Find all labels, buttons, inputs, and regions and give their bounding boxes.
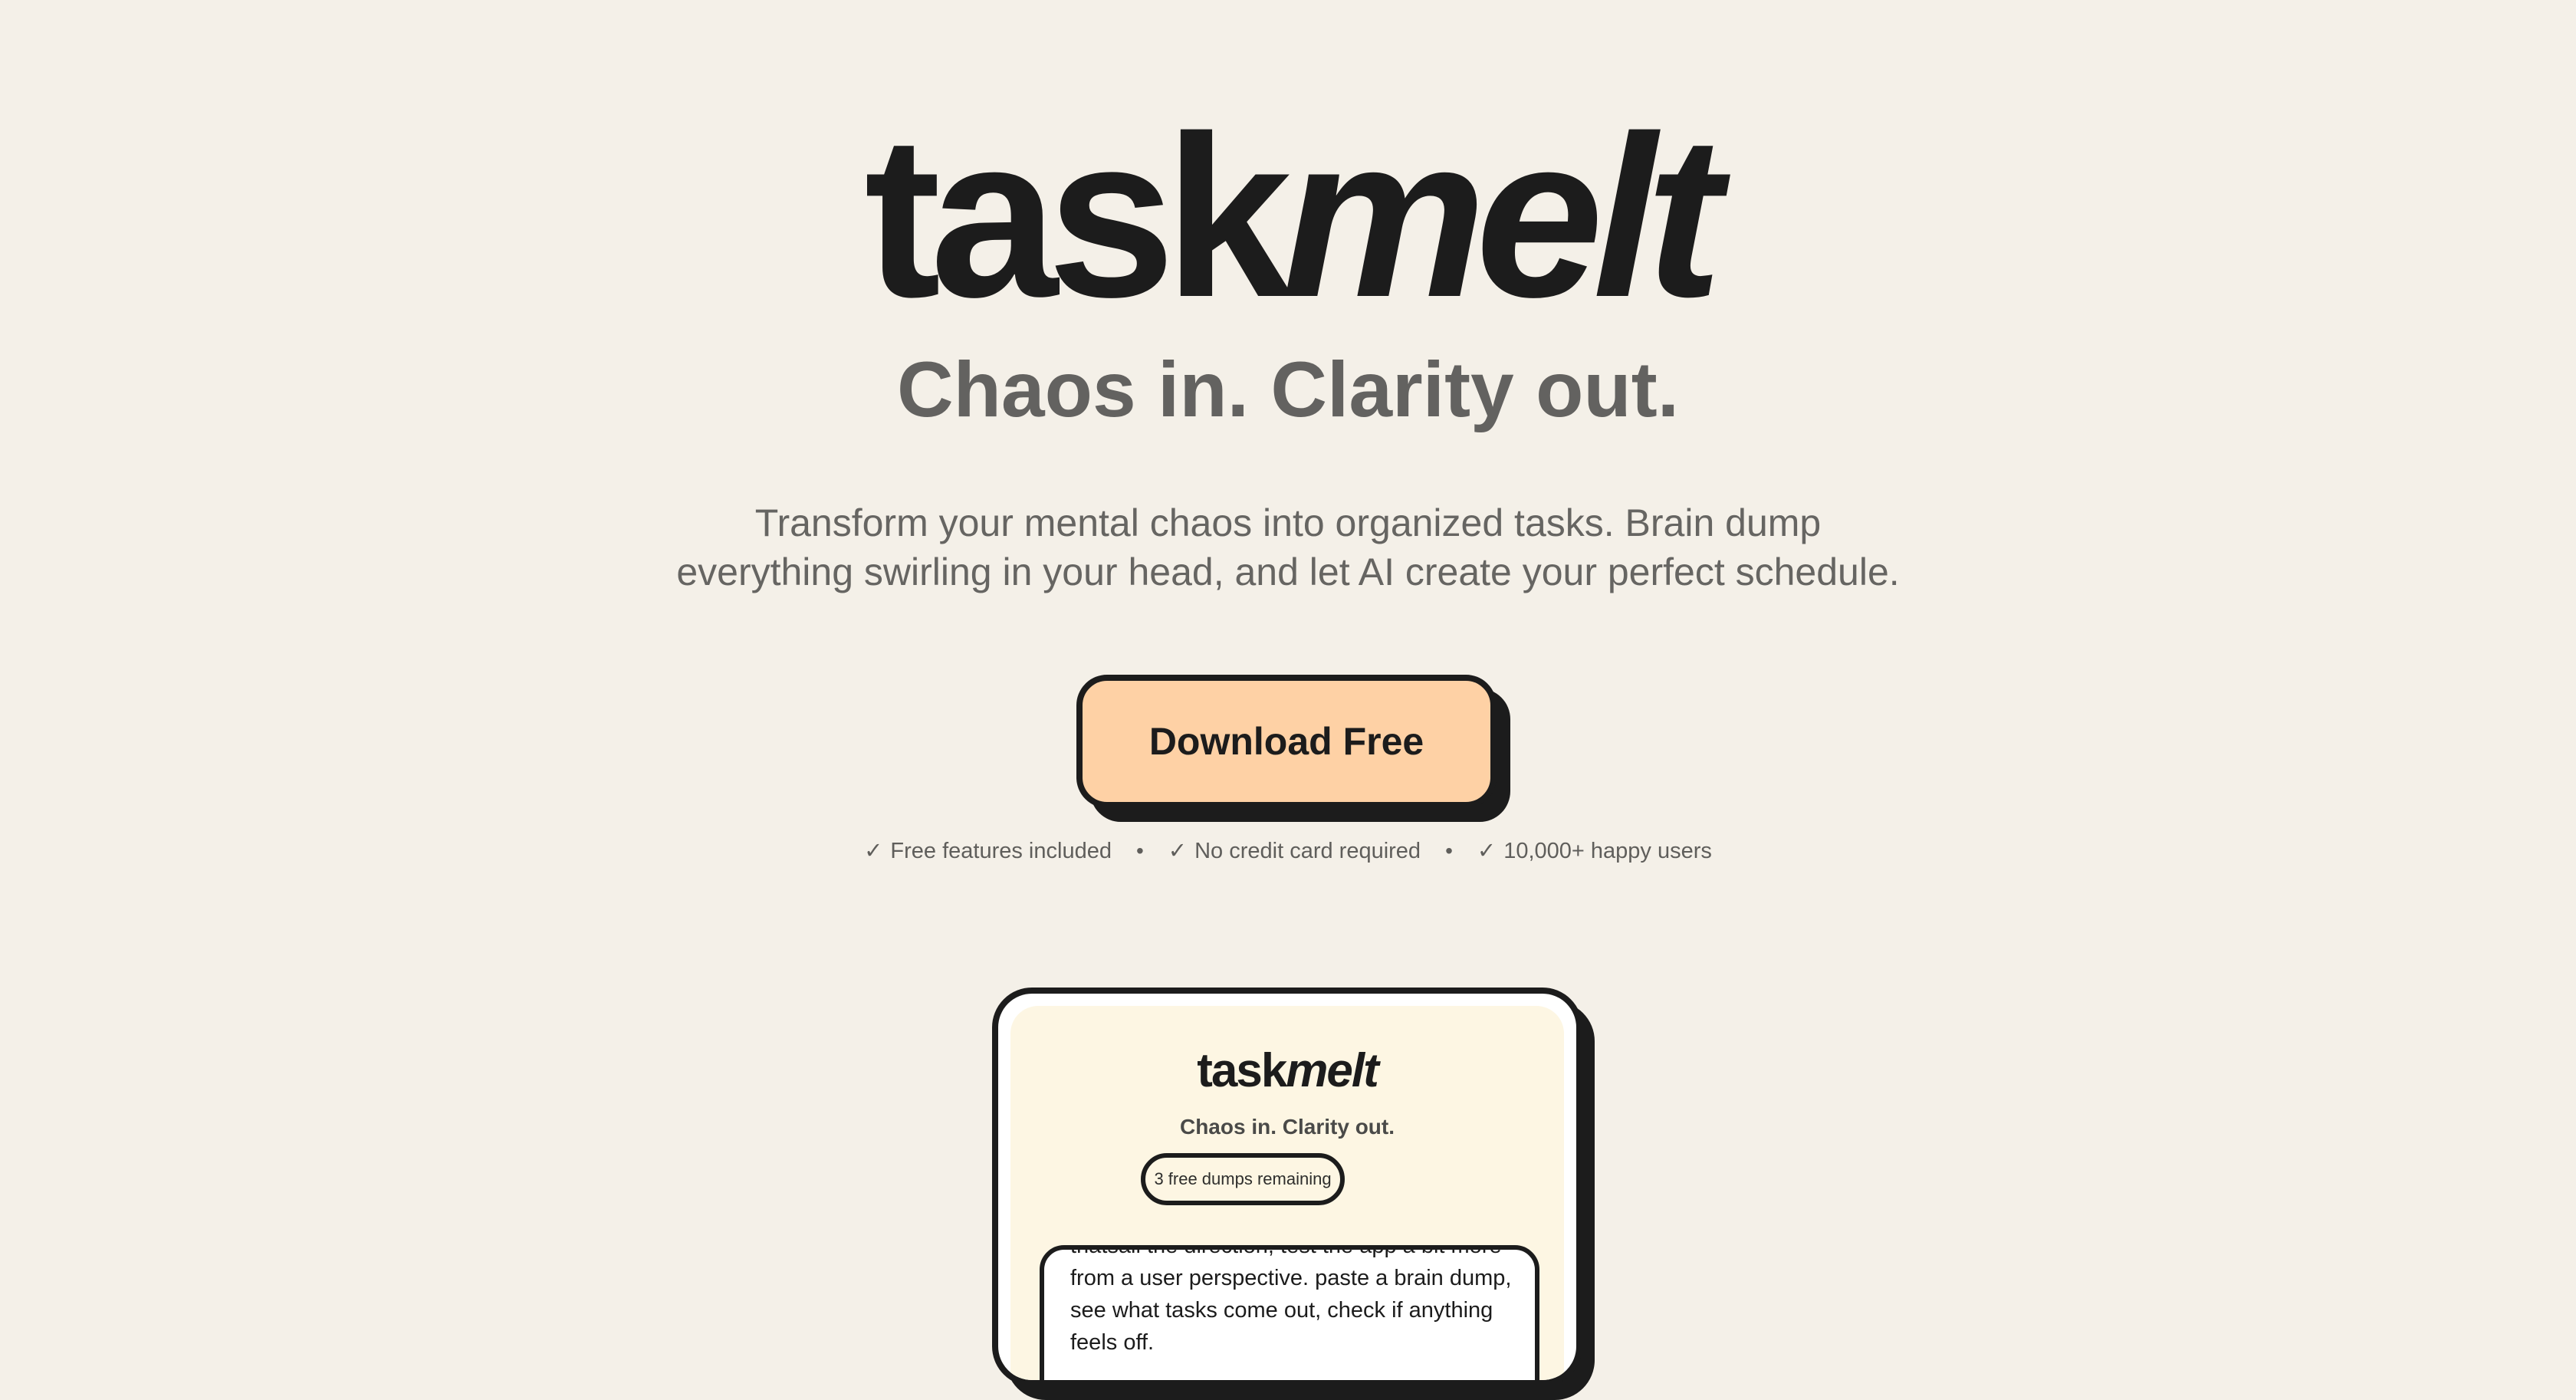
download-free-button[interactable]: Download Free [1076, 675, 1497, 808]
check-icon: ✓ [1477, 839, 1497, 863]
app-logo-task: task [1197, 1044, 1287, 1097]
logo-task: task [864, 87, 1292, 345]
app-preview-screen: taskmelt Chaos in. Clarity out. 3 free d… [1010, 1006, 1564, 1380]
perk-label: 10,000+ happy users [1503, 839, 1712, 863]
hero-description: Transform your mental chaos into organiz… [676, 501, 1900, 593]
separator-dot: • [1445, 839, 1453, 863]
app-tagline: Chaos in. Clarity out. [1179, 1115, 1395, 1139]
separator-dot: • [1135, 839, 1144, 863]
app-preview-device: taskmelt Chaos in. Clarity out. 3 free d… [992, 988, 1582, 1386]
brain-dump-text: thatsall the direction, test the app a b… [1070, 1245, 1512, 1355]
perk-label: Free features included [890, 839, 1112, 863]
check-icon: ✓ [864, 839, 883, 863]
perks-row: ✓ Free features included • ✓ No credit car… [0, 836, 2576, 866]
logo-melt: melt [1281, 87, 1723, 345]
perk-free-features: ✓ Free features included [864, 836, 1112, 866]
perk-happy-users: ✓ 10,000+ happy users [1477, 836, 1712, 866]
brand-logo: taskmelt [0, 101, 2576, 331]
check-icon: ✓ [1168, 839, 1188, 863]
download-button-wrapper: Download Free [1076, 675, 1510, 822]
brain-dump-textarea[interactable]: thatsall the direction, test the app a b… [1040, 1245, 1539, 1380]
app-logo: taskmelt [1010, 1044, 1564, 1098]
perk-label: No credit card required [1194, 839, 1421, 863]
free-dumps-badge: 3 free dumps remaining [1141, 1153, 1345, 1205]
hero-tagline: Chaos in. Clarity out. [896, 346, 1680, 433]
app-logo-melt: melt [1286, 1044, 1378, 1097]
perk-no-credit-card: ✓ No credit card required [1168, 836, 1421, 866]
